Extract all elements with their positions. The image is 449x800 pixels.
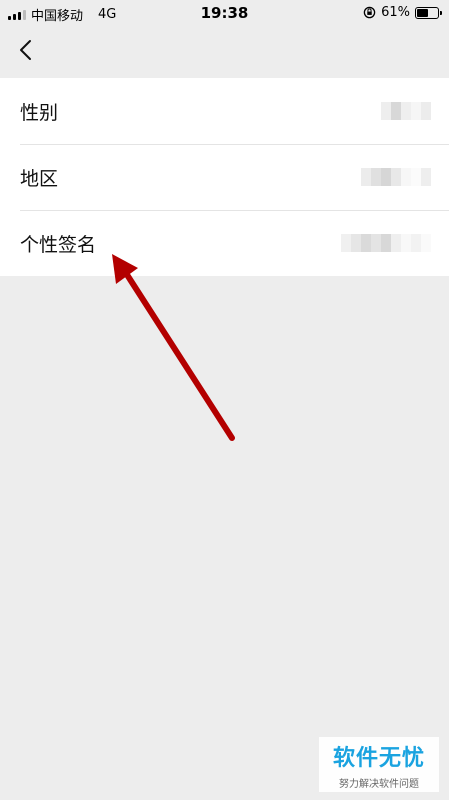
nav-bar <box>0 26 449 78</box>
row-label-signature: 个性签名 <box>20 233 97 256</box>
row-signature[interactable]: 个性签名 <box>0 210 449 276</box>
battery-percent: 61% <box>381 5 410 20</box>
blurred-value <box>341 234 431 252</box>
status-bar: 中国移动 4G 19:38 61% <box>0 0 449 26</box>
blurred-value <box>361 168 431 186</box>
watermark-logo: 软件无忧 努力解决软件问题 <box>319 737 439 792</box>
orientation-lock-icon <box>363 6 376 19</box>
profile-settings-list: 性别 地区 个性签名 <box>0 78 449 276</box>
status-right: 61% <box>363 5 442 20</box>
row-region[interactable]: 地区 <box>0 144 449 210</box>
row-label-gender: 性别 <box>20 101 59 124</box>
row-gender[interactable]: 性别 <box>0 78 449 144</box>
chevron-left-icon[interactable] <box>12 36 42 66</box>
battery-icon <box>415 6 442 19</box>
watermark-title: 软件无忧 <box>332 746 425 771</box>
row-label-region: 地区 <box>20 167 59 190</box>
blurred-value <box>381 102 431 120</box>
watermark-subtitle: 努力解决软件问题 <box>339 779 419 790</box>
